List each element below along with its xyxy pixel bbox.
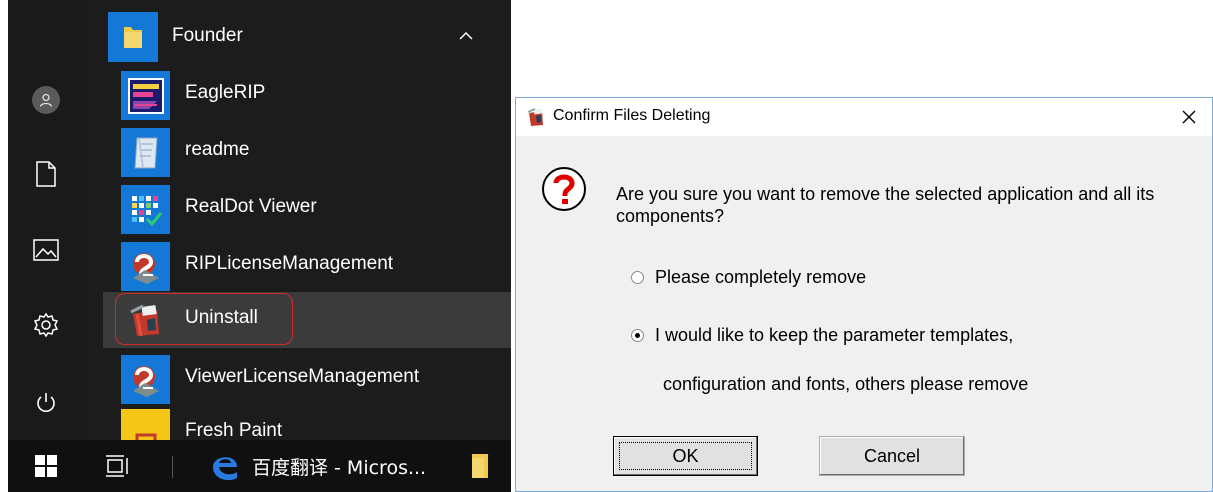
option-label: I would like to keep the parameter templ… [655, 325, 1014, 345]
fresh-paint-icon [121, 409, 170, 440]
license-icon [121, 355, 170, 404]
uninstall-icon [527, 108, 543, 126]
folder-icon [472, 454, 488, 478]
app-item-label: Fresh Paint [185, 420, 283, 440]
task-view-icon [106, 455, 128, 477]
option-label: Please completely remove [655, 267, 867, 287]
license-icon [121, 242, 170, 291]
app-group-founder[interactable]: Founder [103, 12, 511, 62]
start-button[interactable] [26, 446, 66, 486]
question-icon [542, 167, 586, 211]
chevron-up-icon[interactable] [456, 26, 476, 46]
pictures-button[interactable] [26, 230, 66, 270]
eaglerip-icon [121, 71, 170, 120]
windows-logo-icon [35, 455, 57, 477]
ok-button[interactable]: OK [613, 436, 758, 476]
edge-icon [213, 457, 237, 481]
taskbar-edge-window[interactable]: 百度翻译 - Micros... [208, 446, 440, 486]
app-item-label: RealDot Viewer [185, 196, 317, 217]
start-menu: Founder EagleRIP readme RealDot Viewer R… [8, 0, 511, 440]
app-item-label: ViewerLicenseManagement [185, 366, 420, 387]
start-menu-rail [8, 0, 86, 440]
folder-tile [108, 12, 158, 62]
taskbar: 百度翻译 - Micros... [8, 440, 511, 492]
document-icon [36, 161, 56, 187]
cancel-button-label: Cancel [863, 445, 921, 466]
documents-button[interactable] [26, 154, 66, 194]
dialog-titlebar[interactable]: Confirm Files Deleting [516, 98, 1212, 136]
app-list: Founder EagleRIP readme RealDot Viewer R… [103, 0, 511, 440]
user-icon [39, 93, 53, 107]
app-item-readme[interactable]: readme [103, 124, 511, 180]
radio-button[interactable] [631, 271, 644, 284]
app-item-label: readme [185, 139, 250, 160]
realdot-viewer-icon [121, 185, 170, 234]
dialog-message: Are you sure you want to remove the sele… [616, 184, 1155, 226]
app-item-viewerlicensemanagement[interactable]: ViewerLicenseManagement [103, 351, 511, 407]
app-item-realdot-viewer[interactable]: RealDot Viewer [103, 181, 511, 237]
app-item-eaglerip[interactable]: EagleRIP [103, 67, 511, 123]
app-item-fresh-paint[interactable]: Fresh Paint [103, 405, 511, 440]
readme-icon [121, 128, 170, 177]
pictures-icon [33, 239, 59, 261]
option-completely-remove[interactable]: Please completely remove [631, 267, 866, 288]
app-item-label: EagleRIP [185, 82, 266, 103]
close-button[interactable] [1166, 98, 1212, 136]
focus-rectangle [619, 442, 752, 470]
user-avatar[interactable] [32, 86, 60, 114]
taskbar-edge-label: 百度翻译 - Micros... [252, 456, 427, 479]
task-view-button[interactable] [98, 446, 138, 486]
settings-button[interactable] [26, 305, 66, 345]
confirm-dialog: Confirm Files Deleting Are you sure you … [515, 97, 1213, 492]
radio-button-checked[interactable] [631, 329, 644, 342]
option-label-continued: configuration and fonts, others please r… [663, 374, 1029, 394]
taskbar-divider [172, 456, 173, 478]
app-item-riplicensemanagement[interactable]: RIPLicenseManagement [103, 238, 511, 294]
cancel-button[interactable]: Cancel [819, 436, 965, 476]
folder-icon [124, 27, 142, 48]
power-icon [37, 393, 55, 412]
file-explorer-button[interactable] [466, 446, 496, 486]
power-button[interactable] [26, 383, 66, 423]
highlight-annotation [115, 293, 293, 345]
dialog-title: Confirm Files Deleting [553, 107, 711, 124]
close-icon [1182, 110, 1196, 124]
app-group-label: Founder [172, 25, 243, 46]
app-item-label: RIPLicenseManagement [185, 253, 394, 274]
option-keep-templates[interactable]: I would like to keep the parameter templ… [631, 325, 1013, 346]
settings-icon [33, 312, 59, 338]
